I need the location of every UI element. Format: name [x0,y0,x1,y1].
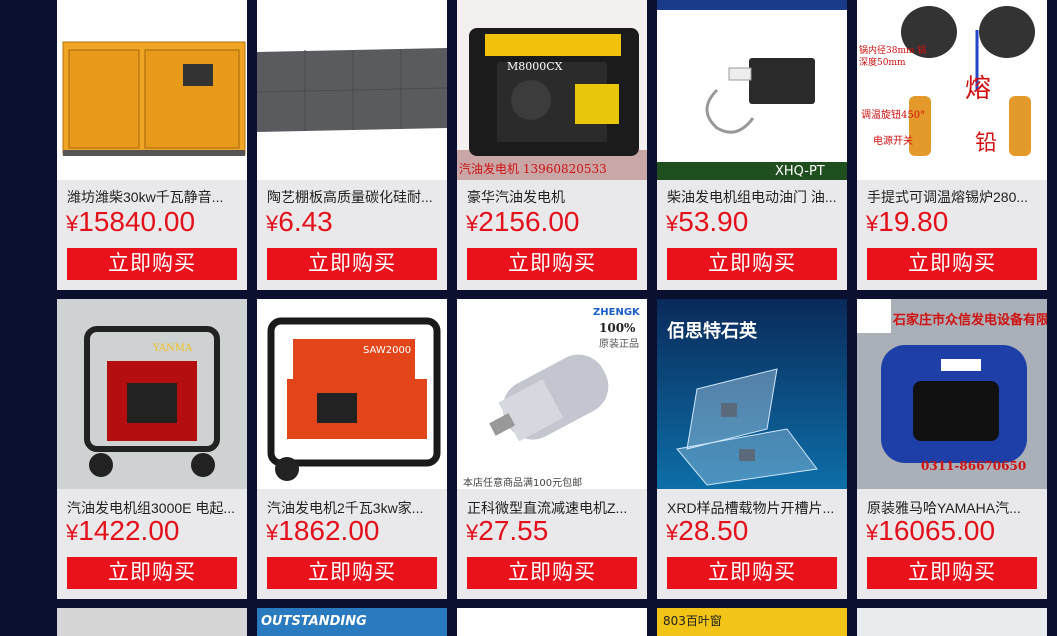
product-price: ¥15840.00 [66,206,196,237]
product-card[interactable]: OUTSTANDING [257,608,447,636]
product-card[interactable]: YANMA 汽油发电机组3000E 电起... ¥1422.00 立即购买 [57,299,247,599]
product-card[interactable]: 陶艺棚板高质量碳化硅耐... ¥6.43 立即购买 [257,0,447,290]
product-price: ¥6.43 [266,206,333,237]
product-image[interactable]: YANMA [57,299,247,489]
product-image[interactable]: XHQ-PT [657,0,847,180]
buy-now-button[interactable]: 立即购买 [467,557,637,589]
product-price: ¥28.50 [666,515,749,546]
product-price: ¥16065.00 [866,515,996,546]
buy-now-button[interactable]: 立即购买 [867,248,1037,280]
product-card[interactable]: SAW2000 汽油发电机2千瓦3kw家... ¥1862.00 立即购买 [257,299,447,599]
product-image[interactable]: SAW2000 [257,299,447,489]
product-image[interactable]: OUTSTANDING [257,608,447,636]
product-price: ¥19.80 [866,206,949,237]
buy-now-button[interactable]: 立即购买 [67,557,237,589]
product-title[interactable]: 潍坊潍柴30kw千瓦静音... [67,187,239,207]
product-title[interactable]: 豪华汽油发电机 [467,187,639,207]
product-image[interactable]: 石家庄市众信发电设备有限公司 0311-86670650 [857,299,1047,489]
buy-now-button[interactable]: 立即购买 [867,557,1037,589]
buy-now-button[interactable]: 立即购买 [67,248,237,280]
product-price: ¥53.90 [666,206,749,237]
product-card[interactable]: 佰思特石英 XRD样品槽载物片开槽片... ¥28.50 立即购买 [657,299,847,599]
product-price: ¥1862.00 [266,515,380,546]
product-card[interactable]: M8000CX 汽油发电机 13960820533 豪华汽油发电机 ¥2156.… [457,0,647,290]
product-title[interactable]: 陶艺棚板高质量碳化硅耐... [267,187,439,207]
product-card[interactable] [857,608,1047,636]
buy-now-button[interactable]: 立即购买 [667,248,837,280]
product-image[interactable]: M8000CX 汽油发电机 13960820533 [457,0,647,180]
product-image[interactable] [257,0,447,180]
product-image[interactable]: 熔 铅 锅内径38mm 锅深度50mm 调温旋钮450° 电源开关 [857,0,1047,180]
product-card[interactable]: ZHENGK 100% 原装正品 本店任意商品满100元包邮 正科微型直流减速电… [457,299,647,599]
buy-now-button[interactable]: 立即购买 [267,248,437,280]
product-price: ¥2156.00 [466,206,580,237]
buy-now-button[interactable]: 立即购买 [467,248,637,280]
product-image[interactable]: ZHENGK 100% 原装正品 本店任意商品满100元包邮 [457,299,647,489]
product-card[interactable]: XHQ-PT 柴油发电机组电动油门 油... ¥53.90 立即购买 [657,0,847,290]
product-image[interactable]: 佰思特石英 [657,299,847,489]
product-image[interactable] [857,608,1047,636]
product-title[interactable]: 柴油发电机组电动油门 油... [667,187,839,207]
product-image[interactable] [57,0,247,180]
product-card[interactable] [457,608,647,636]
product-grid: 潍坊潍柴30kw千瓦静音... ¥15840.00 立即购买 陶艺棚板高质量碳化… [0,0,1057,636]
product-image[interactable] [457,608,647,636]
product-price: ¥1422.00 [66,515,180,546]
product-title[interactable]: 手提式可调温熔锡炉280... [867,187,1039,207]
product-card[interactable] [57,608,247,636]
product-price: ¥27.55 [466,515,549,546]
product-card[interactable]: 熔 铅 锅内径38mm 锅深度50mm 调温旋钮450° 电源开关 手提式可调温… [857,0,1047,290]
product-card[interactable]: 潍坊潍柴30kw千瓦静音... ¥15840.00 立即购买 [57,0,247,290]
buy-now-button[interactable]: 立即购买 [667,557,837,589]
product-card[interactable]: 石家庄市众信发电设备有限公司 0311-86670650 原装雅马哈YAMAHA… [857,299,1047,599]
product-image[interactable] [57,608,247,636]
buy-now-button[interactable]: 立即购买 [267,557,437,589]
product-image[interactable]: 803百叶窗 [657,608,847,636]
product-card[interactable]: 803百叶窗 [657,608,847,636]
